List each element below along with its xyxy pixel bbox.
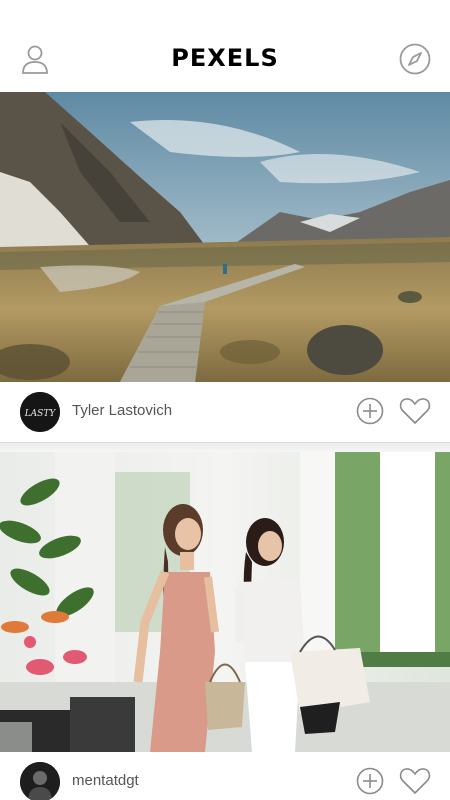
- app-header: PEXELS: [0, 0, 450, 92]
- heart-icon[interactable]: [398, 766, 432, 796]
- plus-circle-icon[interactable]: [355, 396, 385, 426]
- compass-icon[interactable]: [398, 42, 432, 76]
- avatar[interactable]: [20, 762, 60, 800]
- author-name[interactable]: Tyler Lastovich: [72, 402, 172, 419]
- feed-divider: [0, 442, 450, 452]
- post-author-row: LASTY Tyler Lastovich: [0, 382, 450, 442]
- post-photo-mountain-boardwalk[interactable]: [0, 92, 450, 382]
- avatar-logo-text: LASTY: [24, 409, 57, 419]
- app-title: PEXELS: [171, 44, 279, 72]
- heart-icon[interactable]: [398, 396, 432, 426]
- post-author-row: mentatdgt: [0, 752, 450, 800]
- post-photo-two-women-shopping[interactable]: [0, 452, 450, 752]
- plus-circle-icon[interactable]: [355, 766, 385, 796]
- avatar[interactable]: LASTY: [20, 392, 60, 432]
- author-name[interactable]: mentatdgt: [72, 772, 139, 789]
